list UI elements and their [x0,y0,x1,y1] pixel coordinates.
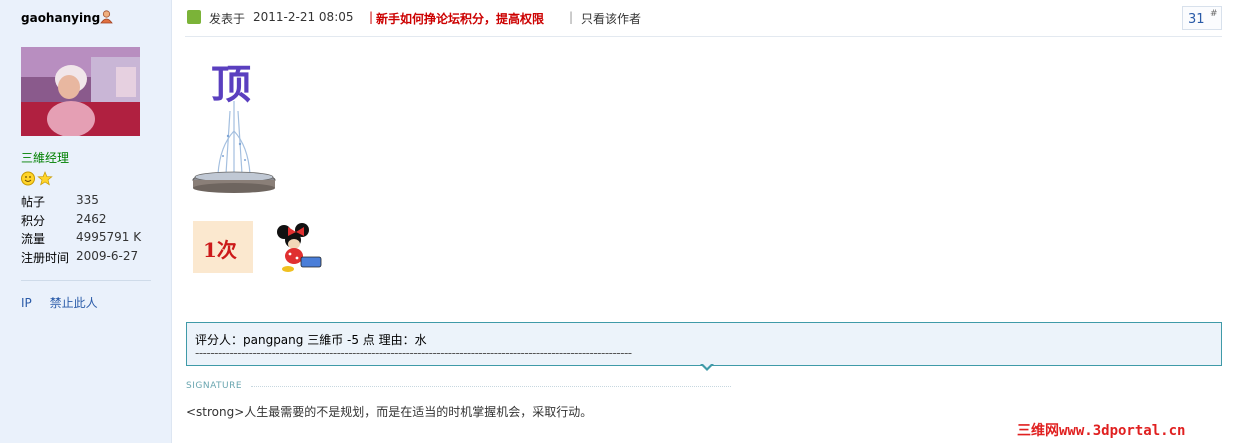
post-online-icon [187,10,201,24]
floor-number: 31 [1188,12,1205,27]
fountain-image: 顶 [192,61,276,193]
username[interactable]: gaohanying [21,11,100,25]
stat-value: 2462 [76,211,107,226]
ip-link[interactable]: IP [21,296,32,310]
stat-row: 帖子 335 [21,193,141,212]
floor-badge[interactable]: 31 # [1182,6,1222,30]
stat-row: 积分 2462 [21,212,141,231]
user-sidebar: gaohanying 三維经理 帖子 335 积分 2462 流量 4995791 K… [0,0,172,443]
user-actions: IP 禁止此人 [21,294,112,311]
rating-separator: ----------------------------------------… [195,346,632,360]
stat-label: 积分 [21,213,46,228]
author-only-link[interactable]: 只看该作者 [581,10,641,27]
gender-icon [100,10,113,24]
rank-stars [21,171,53,189]
posted-time: 2011-2-21 08:05 [253,10,354,24]
count-badge-text: 1次 [203,238,237,262]
site-watermark: 三维网www.3dportal.cn [1017,423,1186,439]
signature-label: SIGNATURE [186,381,243,391]
ding-character: 顶 [211,61,251,108]
rating-pointer-inner [702,363,712,368]
header-divider: | [369,10,374,24]
user-stats: 帖子 335 积分 2462 流量 4995791 K 注册时间 2009-6-27 [21,193,141,267]
count-badge: 1次 [193,221,253,273]
stat-row: 注册时间 2009-6-27 [21,249,141,268]
sidebar-divider [21,280,151,281]
floor-hash: # [1210,9,1218,19]
post-header: 发表于 2011-2-21 08:05 | 新手如何挣论坛积分，提高权限 | 只… [185,0,1222,37]
posted-label: 发表于 [209,12,246,26]
user-rank: 三維经理 [21,151,70,165]
notice-link[interactable]: 新手如何挣论坛积分，提高权限 [376,10,544,27]
stat-row: 流量 4995791 K [21,230,141,249]
minnie-mouse-image [277,223,322,272]
stat-label: 帖子 [21,195,46,209]
signature-text: <strong>人生最需要的不是规划，而是在适当的时机掌握机会，采取行动。 [186,405,593,419]
stat-value: 335 [76,193,99,207]
signature-divider [251,386,731,387]
avatar[interactable] [21,47,140,136]
rating-box: 评分人：pangpang 三維币 -5 点 理由：水 -------------… [186,322,1222,371]
stat-value: 2009-6-27 [76,248,139,263]
stat-label: 注册时间 [21,250,70,265]
header-divider: | [569,10,574,24]
stat-label: 流量 [21,232,46,246]
stat-value: 4995791 K [76,230,142,244]
ban-user-link[interactable]: 禁止此人 [50,296,98,310]
